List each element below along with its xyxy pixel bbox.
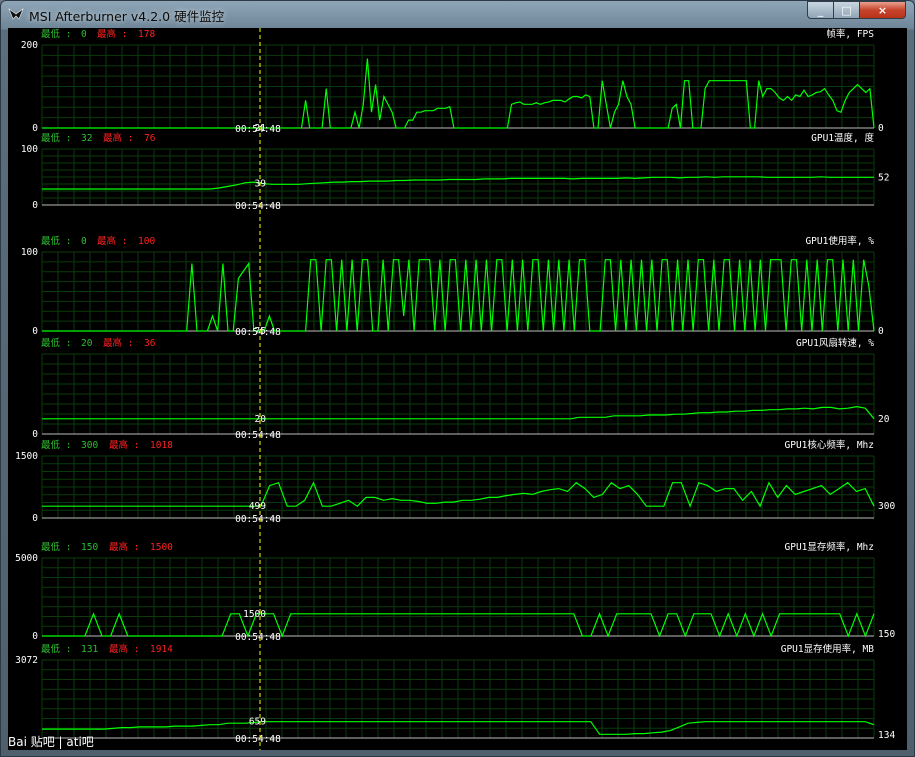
current-value: 0 [878, 123, 884, 134]
title-bar[interactable]: MSI Afterburner v4.2.0 硬件监控 _ □ × [1, 1, 914, 28]
min-value: 131 [81, 644, 98, 655]
y-axis-max: 100 [21, 144, 38, 155]
y-axis-max: 3072 [15, 655, 38, 666]
y-axis-min: 0 [32, 200, 38, 211]
min-value: 0 [81, 29, 87, 40]
min-value: 20 [81, 338, 93, 349]
y-axis-min: 0 [32, 631, 38, 642]
max-value: 1018 [150, 440, 173, 451]
cursor-time: 00:54:48 [235, 734, 281, 745]
max-value: 1500 [150, 542, 173, 553]
min-label: 最低 : [41, 28, 71, 40]
cursor-time: 00:54:48 [235, 124, 281, 135]
max-label: 最高 : [103, 337, 133, 349]
min-label: 最低 : [41, 541, 71, 553]
max-label: 最高 : [109, 643, 139, 655]
watermark-text: Bai 贴吧 | ati吧 [8, 735, 94, 749]
afterburner-logo-icon [8, 8, 24, 20]
max-value: 76 [144, 133, 156, 144]
graphs-canvas: 最低 :0最高 :178帧率, FPS200002100:54:48最低 :32… [15, 28, 895, 750]
min-label: 最低 : [41, 132, 71, 144]
current-value: 134 [878, 730, 895, 741]
y-axis-min: 0 [32, 123, 38, 134]
min-label: 最低 : [41, 337, 71, 349]
y-axis-min: 0 [32, 429, 38, 440]
current-value: 20 [878, 414, 890, 425]
max-label: 最高 : [103, 132, 133, 144]
cursor-value: 659 [249, 717, 266, 728]
max-value: 100 [138, 236, 155, 247]
min-label: 最低 : [41, 643, 71, 655]
max-label: 最高 : [109, 541, 139, 553]
graph-title: 帧率, FPS [826, 28, 874, 40]
cursor-time: 00:54:48 [235, 430, 281, 441]
max-label: 最高 : [97, 235, 127, 247]
cursor-value: 1500 [243, 609, 266, 620]
y-axis-max: 1500 [15, 451, 38, 462]
y-axis-max: 5000 [15, 553, 38, 564]
max-value: 36 [144, 338, 156, 349]
min-value: 32 [81, 133, 92, 144]
window-title: MSI Afterburner v4.2.0 硬件监控 [29, 9, 225, 24]
cursor-time: 00:54:48 [235, 327, 281, 338]
min-value: 150 [81, 542, 98, 553]
min-label: 最低 : [41, 439, 71, 451]
max-label: 最高 : [109, 439, 139, 451]
cursor-time: 00:54:48 [235, 514, 281, 525]
current-value: 52 [878, 172, 889, 183]
cursor-time: 00:54:48 [235, 201, 281, 212]
cursor-value: 499 [249, 501, 266, 512]
max-label: 最高 : [97, 28, 127, 40]
graph-title: GPU1核心频率, Mhz [785, 439, 874, 451]
graph-title: GPU1温度, 度 [811, 132, 874, 144]
current-value: 300 [878, 501, 895, 512]
current-value: 150 [878, 629, 895, 640]
graph-title: GPU1显存使用率, MB [781, 643, 875, 655]
y-axis-max: 200 [21, 40, 38, 51]
min-value: 0 [81, 236, 87, 247]
current-value: 0 [878, 326, 884, 337]
y-axis-min: 0 [32, 326, 38, 337]
min-label: 最低 : [41, 235, 71, 247]
graph-title: GPU1显存频率, Mhz [785, 541, 874, 553]
maximize-button[interactable]: □ [833, 1, 860, 19]
afterburner-window: MSI Afterburner v4.2.0 硬件监控 _ □ × 最低 :0最… [0, 0, 915, 757]
y-axis-min: 0 [32, 513, 38, 524]
y-axis-max: 100 [21, 247, 38, 258]
close-button[interactable]: × [859, 1, 906, 19]
graph-title: GPU1使用率, % [805, 235, 874, 247]
minimize-button[interactable]: _ [807, 1, 834, 19]
min-value: 300 [81, 440, 98, 451]
cursor-time: 00:54:48 [235, 632, 281, 643]
max-value: 1914 [150, 644, 173, 655]
max-value: 178 [138, 29, 155, 40]
monitor-graph-area[interactable]: 最低 :0最高 :178帧率, FPS200002100:54:48最低 :32… [8, 28, 907, 750]
graph-title: GPU1风扇转速, % [796, 337, 874, 349]
